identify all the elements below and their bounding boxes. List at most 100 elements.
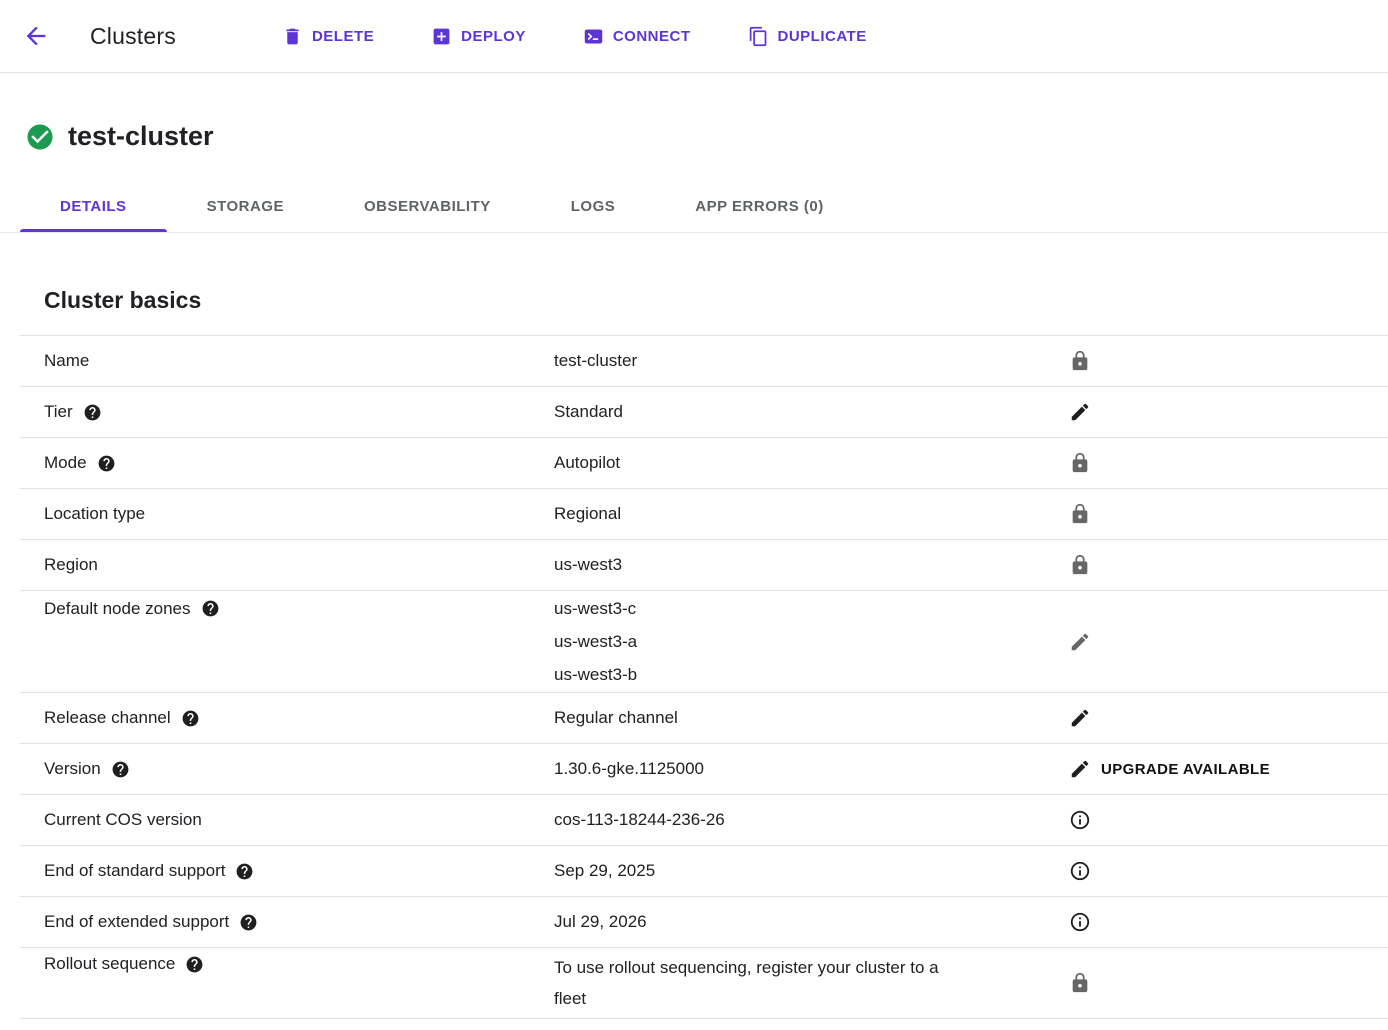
row-value-line: Jul 29, 2026 — [554, 910, 1059, 934]
row-action-cell — [1059, 350, 1091, 372]
help-icon[interactable] — [235, 862, 254, 881]
deploy-button-label: DEPLOY — [461, 28, 526, 45]
row-label-cell: End of extended support — [20, 910, 554, 934]
row-label: Current COS version — [44, 808, 202, 832]
lock-icon — [1069, 350, 1091, 372]
row-value: Autopilot — [554, 451, 1059, 475]
row-label-cell: Location type — [20, 502, 554, 526]
row-label-cell: Release channel — [20, 706, 554, 730]
row-label: Mode — [44, 451, 87, 475]
header-actions: DELETE DEPLOY CONNECT DUPLICATE — [282, 26, 867, 47]
info-icon[interactable] — [1069, 809, 1091, 831]
tab-app-errors-0[interactable]: APP ERRORS (0) — [655, 180, 863, 232]
upgrade-available-button[interactable]: UPGRADE AVAILABLE — [1101, 761, 1270, 778]
row-value: Regular channel — [554, 706, 1059, 730]
detail-row: Regionus-west3 — [20, 539, 1388, 590]
back-button[interactable] — [16, 16, 56, 56]
duplicate-button[interactable]: DUPLICATE — [748, 26, 867, 47]
cluster-header: test-cluster — [0, 73, 1388, 152]
check-circle-icon — [25, 122, 55, 152]
row-value-line: cos-113-18244-236-26 — [554, 808, 1059, 832]
help-icon[interactable] — [201, 599, 220, 618]
cluster-name: test-cluster — [68, 121, 214, 152]
copy-icon — [748, 26, 769, 47]
edit-icon[interactable] — [1069, 707, 1091, 729]
lock-icon — [1069, 452, 1091, 474]
row-label-cell: Version — [20, 757, 554, 781]
row-action-cell — [1059, 503, 1091, 525]
row-action-cell — [1059, 911, 1091, 933]
row-label: End of extended support — [44, 910, 229, 934]
help-icon[interactable] — [83, 403, 102, 422]
row-label-cell: End of standard support — [20, 859, 554, 883]
tab-details[interactable]: DETAILS — [20, 180, 167, 232]
detail-row: TierStandard — [20, 386, 1388, 437]
row-value: cos-113-18244-236-26 — [554, 808, 1059, 832]
cluster-basics-table: Name test-cluster TierStandard Mode Autopilo… — [20, 335, 1388, 1019]
tab-storage[interactable]: STORAGE — [167, 180, 324, 232]
row-value-line: Sep 29, 2025 — [554, 859, 1059, 883]
row-value-line: us-west3-c — [554, 592, 1059, 625]
row-label: Tier — [44, 400, 73, 424]
help-icon[interactable] — [111, 760, 130, 779]
row-value-line: Regional — [554, 502, 1059, 526]
row-label-cell: Name — [20, 349, 554, 373]
add-box-icon — [431, 26, 452, 47]
row-label: Release channel — [44, 706, 171, 730]
info-icon[interactable] — [1069, 911, 1091, 933]
row-value: us-west3 — [554, 553, 1059, 577]
edit-icon[interactable] — [1069, 758, 1091, 780]
row-value-line: test-cluster — [554, 349, 1059, 373]
tab-observability[interactable]: OBSERVABILITY — [324, 180, 531, 232]
row-label-cell: Rollout sequence — [20, 952, 554, 976]
lock-icon — [1069, 554, 1091, 576]
detail-row: End of extended support Jul 29, 2026 — [20, 896, 1388, 947]
duplicate-button-label: DUPLICATE — [778, 28, 867, 45]
row-label-cell: Current COS version — [20, 808, 554, 832]
row-value-line: Autopilot — [554, 451, 1059, 475]
row-label: Default node zones — [44, 592, 191, 625]
connect-button-label: CONNECT — [613, 28, 691, 45]
lock-icon — [1069, 972, 1091, 994]
row-value: us-west3-cus-west3-aus-west3-b — [554, 592, 1059, 691]
row-value: Regional — [554, 502, 1059, 526]
lock-icon — [1069, 503, 1091, 525]
row-value-line: To use rollout sequencing, register your… — [554, 952, 944, 1014]
page-title: Clusters — [90, 23, 176, 50]
section-title: Cluster basics — [44, 287, 1388, 314]
row-action-cell — [1059, 554, 1091, 576]
tab-logs[interactable]: LOGS — [531, 180, 656, 232]
help-icon[interactable] — [181, 709, 200, 728]
edit-icon — [1069, 631, 1091, 653]
row-label: Name — [44, 349, 89, 373]
deploy-button[interactable]: DEPLOY — [431, 26, 526, 47]
row-value: Jul 29, 2026 — [554, 910, 1059, 934]
delete-button[interactable]: DELETE — [282, 26, 374, 47]
detail-row: Current COS version cos-113-18244-236-26 — [20, 794, 1388, 845]
info-icon[interactable] — [1069, 860, 1091, 882]
row-value-line: 1.30.6-gke.1125000 — [554, 757, 1059, 781]
help-icon[interactable] — [185, 955, 204, 974]
detail-row: Name test-cluster — [20, 335, 1388, 386]
row-label-cell: Default node zones — [20, 592, 554, 625]
row-action-cell — [1059, 972, 1091, 994]
detail-row: Default node zones us-west3-cus-west3-aus… — [20, 590, 1388, 692]
row-value: To use rollout sequencing, register your… — [554, 952, 1059, 1014]
row-value-line: us-west3-b — [554, 658, 1059, 691]
detail-row: End of standard support Sep 29, 2025 — [20, 845, 1388, 896]
edit-icon[interactable] — [1069, 401, 1091, 423]
trash-icon — [282, 26, 303, 47]
row-action-cell — [1059, 631, 1091, 653]
row-label: Rollout sequence — [44, 952, 175, 976]
row-value: Sep 29, 2025 — [554, 859, 1059, 883]
detail-row: Version1.30.6-gke.1125000 UPGRADE AVAILAB… — [20, 743, 1388, 794]
detail-row: Location typeRegional — [20, 488, 1388, 539]
row-label-cell: Mode — [20, 451, 554, 475]
row-label: End of standard support — [44, 859, 225, 883]
help-icon[interactable] — [97, 454, 116, 473]
help-icon[interactable] — [239, 913, 258, 932]
tabs: DETAILSSTORAGEOBSERVABILITYLOGSAPP ERROR… — [0, 180, 1388, 233]
row-label-cell: Region — [20, 553, 554, 577]
connect-button[interactable]: CONNECT — [583, 26, 691, 47]
header: Clusters DELETE DEPLOY CONNECT DUPLICATE — [0, 0, 1388, 73]
